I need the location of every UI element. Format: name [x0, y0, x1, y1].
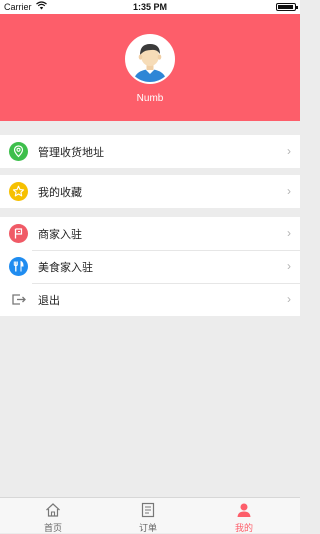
- tab-home-label: 首页: [43, 523, 62, 533]
- user-profile-icon: [237, 503, 251, 517]
- chevron-right-icon: ›: [287, 184, 291, 198]
- manage-address-row[interactable]: 管理收货地址 ›: [0, 135, 300, 168]
- home-icon: [46, 503, 60, 517]
- location-pin-icon: [9, 142, 28, 161]
- avatar[interactable]: [125, 34, 175, 84]
- fork-knife-icon: [9, 257, 28, 276]
- username: Numb: [136, 93, 164, 104]
- chevron-right-icon: ›: [287, 144, 291, 158]
- star-icon: [9, 182, 28, 201]
- logout-row[interactable]: 退出 ›: [0, 283, 300, 316]
- tab-orders-label: 订单: [138, 523, 157, 533]
- manage-address-label: 管理收货地址: [38, 147, 104, 159]
- tab-mine-label: 我的: [234, 523, 253, 533]
- favorites-label: 我的收藏: [38, 187, 82, 199]
- tab-bar: 首页 订单 我的: [0, 497, 300, 533]
- battery-icon: [276, 3, 298, 11]
- status-bar: Carrier 1:35 PM: [0, 0, 300, 14]
- merchant-join-row[interactable]: 商家入驻 ›: [0, 217, 300, 250]
- logout-label: 退出: [38, 295, 60, 307]
- chevron-right-icon: ›: [287, 292, 291, 306]
- settings-group: 商家入驻 › 美食家入驻 › 退出 ›: [0, 217, 300, 316]
- order-list-icon: [141, 502, 155, 518]
- foodie-join-label: 美食家入驻: [38, 262, 93, 274]
- merchant-join-label: 商家入驻: [38, 229, 82, 241]
- address-group: 管理收货地址 ›: [0, 135, 300, 168]
- user-avatar-icon: [127, 36, 173, 82]
- tab-mine[interactable]: 我的: [194, 500, 294, 533]
- favorites-row[interactable]: 我的收藏 ›: [0, 175, 300, 208]
- tab-home[interactable]: 首页: [3, 500, 103, 533]
- tab-orders[interactable]: 订单: [98, 500, 198, 533]
- profile-header: Numb: [0, 14, 300, 121]
- status-time: 1:35 PM: [132, 2, 167, 12]
- favorites-group: 我的收藏 ›: [0, 175, 300, 208]
- shop-flag-icon: [9, 224, 28, 243]
- exit-icon: [9, 290, 28, 309]
- foodie-join-row[interactable]: 美食家入驻 ›: [0, 250, 300, 283]
- chevron-right-icon: ›: [287, 259, 291, 273]
- chevron-right-icon: ›: [287, 226, 291, 240]
